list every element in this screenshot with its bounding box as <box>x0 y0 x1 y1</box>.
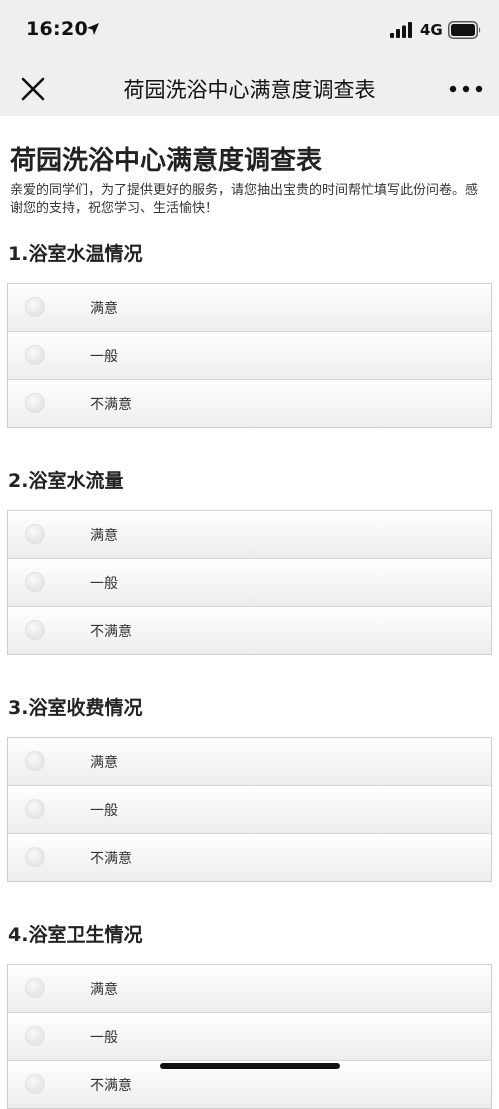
radio-button-icon[interactable] <box>25 1074 45 1094</box>
radio-button-icon[interactable] <box>25 572 45 592</box>
radio-button-icon[interactable] <box>25 847 45 867</box>
option-satisfied[interactable]: 满意 <box>8 738 491 785</box>
close-icon[interactable] <box>20 76 46 102</box>
battery-icon <box>448 21 481 39</box>
location-arrow-icon <box>87 23 99 35</box>
options-list: 满意 一般 不满意 <box>7 737 492 882</box>
question-title: 4.浴室卫生情况 <box>8 924 143 946</box>
option-average[interactable]: 一般 <box>8 331 491 379</box>
option-label: 不满意 <box>90 397 132 413</box>
radio-button-icon[interactable] <box>25 799 45 819</box>
option-satisfied[interactable]: 满意 <box>8 511 491 558</box>
home-indicator[interactable] <box>160 1063 340 1069</box>
option-unsatisfied[interactable]: 不满意 <box>8 833 491 881</box>
question-title: 3.浴室收费情况 <box>8 697 143 719</box>
option-label: 一般 <box>90 803 118 819</box>
signal-bars-icon <box>390 22 412 38</box>
radio-button-icon[interactable] <box>25 345 45 365</box>
option-satisfied[interactable]: 满意 <box>8 284 491 331</box>
radio-button-icon[interactable] <box>25 751 45 771</box>
radio-button-icon[interactable] <box>25 297 45 317</box>
question-title: 1.浴室水温情况 <box>8 243 143 265</box>
radio-button-icon[interactable] <box>25 1026 45 1046</box>
option-unsatisfied[interactable]: 不满意 <box>8 379 491 427</box>
status-bar: 16:20 4G <box>0 0 499 60</box>
option-label: 满意 <box>90 301 118 317</box>
option-average[interactable]: 一般 <box>8 785 491 833</box>
more-icon[interactable] <box>448 84 484 94</box>
question-title: 2.浴室水流量 <box>8 470 124 492</box>
survey-title: 荷园洗浴中心满意度调查表 <box>10 146 323 176</box>
nav-title: 荷园洗浴中心满意度调查表 <box>123 78 376 102</box>
radio-button-icon[interactable] <box>25 393 45 413</box>
options-list: 满意 一般 不满意 <box>7 510 492 655</box>
radio-button-icon[interactable] <box>25 620 45 640</box>
survey-description: 亲爱的同学们，为了提供更好的服务，请您抽出宝贵的时间帮忙填写此份问卷。感谢您的支… <box>10 183 479 216</box>
option-label: 不满意 <box>90 624 132 640</box>
options-list: 满意 一般 不满意 <box>7 964 492 1109</box>
option-average[interactable]: 一般 <box>8 1012 491 1060</box>
option-unsatisfied[interactable]: 不满意 <box>8 606 491 654</box>
options-list: 满意 一般 不满意 <box>7 283 492 428</box>
option-label: 一般 <box>90 576 118 592</box>
option-satisfied[interactable]: 满意 <box>8 965 491 1012</box>
option-label: 一般 <box>90 1030 118 1046</box>
network-type: 4G <box>420 21 443 39</box>
option-label: 满意 <box>90 528 118 544</box>
status-time: 16:20 <box>26 18 88 40</box>
radio-button-icon[interactable] <box>25 524 45 544</box>
option-label: 不满意 <box>90 1078 132 1094</box>
radio-button-icon[interactable] <box>25 978 45 998</box>
option-label: 满意 <box>90 982 118 998</box>
option-average[interactable]: 一般 <box>8 558 491 606</box>
nav-bar: 荷园洗浴中心满意度调查表 <box>0 60 499 116</box>
option-label: 满意 <box>90 755 118 771</box>
option-label: 一般 <box>90 349 118 365</box>
option-label: 不满意 <box>90 851 132 867</box>
